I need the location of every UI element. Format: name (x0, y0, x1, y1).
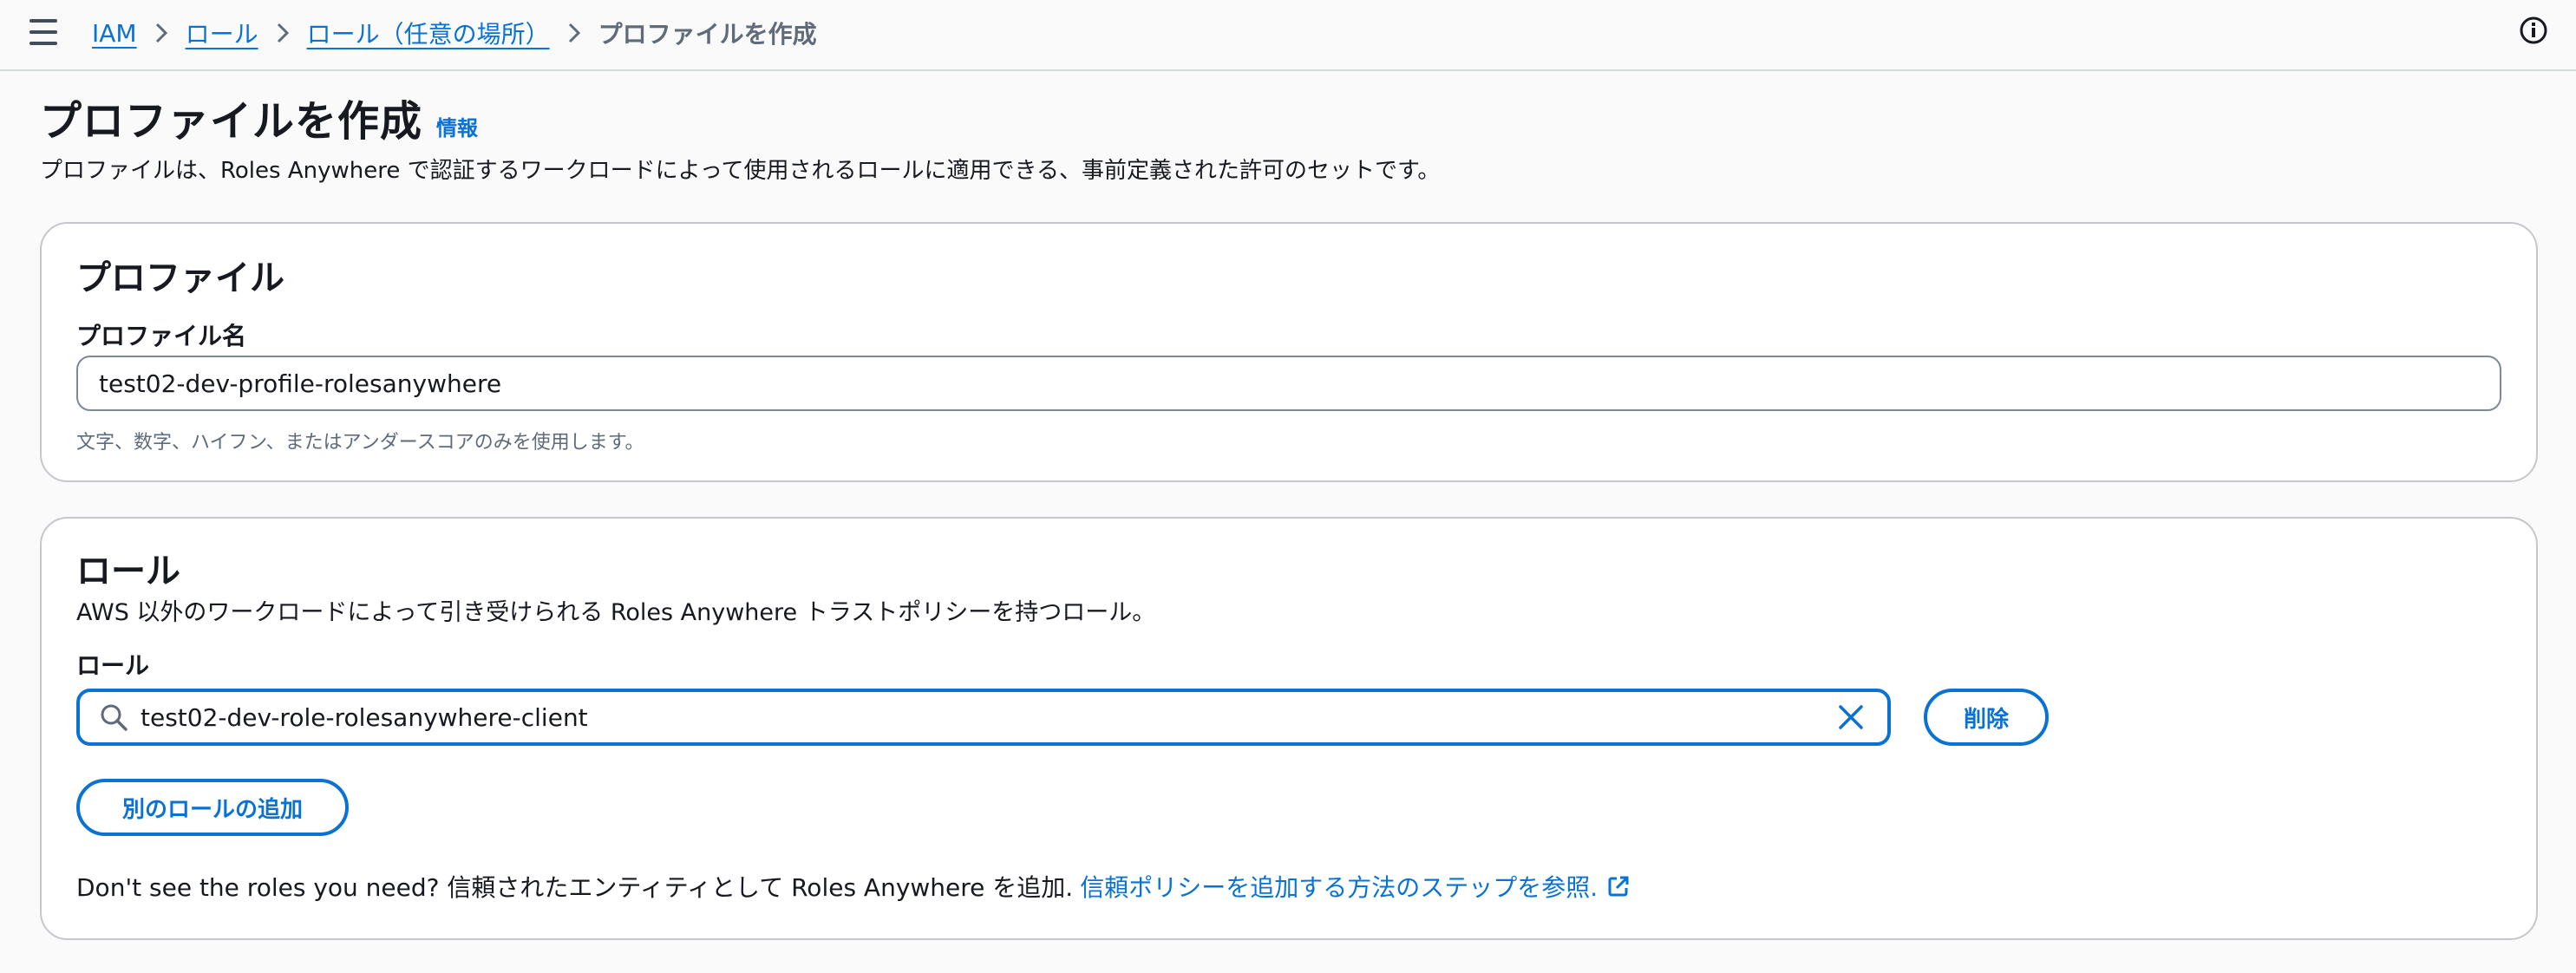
chevron-right-icon (154, 22, 168, 44)
chevron-right-icon (567, 22, 581, 44)
roles-description: AWS 以外のワークロードによって引き受けられる Roles Anywhere … (76, 599, 1156, 626)
profile-name-input[interactable]: test02-dev-profile-rolesanywhere (76, 356, 2501, 411)
role-select-input[interactable]: test02-dev-role-rolesanywhere-client (76, 689, 1891, 746)
info-link[interactable]: 情報 (436, 111, 478, 141)
menu-icon[interactable] (29, 19, 57, 45)
role-field-label: ロール (76, 651, 150, 680)
roles-footer-text: Don't see the roles you need? 信頼されたエンティテ… (76, 873, 1074, 902)
profile-section-title: プロファイル (76, 258, 284, 298)
breadcrumb-roles-anywhere[interactable]: ロール（任意の場所） (307, 16, 550, 50)
profile-name-label: プロファイル名 (76, 322, 247, 350)
external-link-icon[interactable] (1606, 874, 1631, 898)
info-circle-icon[interactable] (2519, 16, 2548, 45)
roles-footer-note: Don't see the roles you need? 信頼されたエンティテ… (76, 869, 1631, 904)
profile-container: プロファイル プロファイル名 test02-dev-profile-rolesa… (40, 222, 2538, 482)
top-navigation-bar: IAM ロール ロール（任意の場所） プロファイルを作成 (0, 0, 2576, 71)
breadcrumb-iam[interactable]: IAM (92, 19, 137, 48)
page-description: プロファイルは、Roles Anywhere で認証するワークロードによって使用… (40, 158, 1441, 184)
add-role-button[interactable]: 別のロールの追加 (76, 779, 349, 836)
breadcrumb-roles[interactable]: ロール (186, 16, 258, 50)
role-select-value: test02-dev-role-rolesanywhere-client (141, 702, 588, 732)
breadcrumb: IAM ロール ロール（任意の場所） プロファイルを作成 (92, 16, 817, 50)
page-title: プロファイルを作成 (40, 97, 423, 146)
search-icon (101, 704, 127, 731)
profile-name-constraint: 文字、数字、ハイフン、またはアンダースコアのみを使用します。 (76, 432, 644, 454)
chevron-right-icon (276, 22, 290, 44)
remove-role-button[interactable]: 削除 (1924, 689, 2049, 746)
roles-section-title: ロール (76, 552, 180, 591)
trust-policy-steps-link[interactable]: 信頼ポリシーを追加する方法のステップを参照. (1080, 869, 1598, 904)
close-icon[interactable] (1835, 702, 1867, 733)
page-header: プロファイルを作成 情報 (40, 87, 478, 147)
roles-container: ロール AWS 以外のワークロードによって引き受けられる Roles Anywh… (40, 517, 2538, 940)
breadcrumb-current: プロファイルを作成 (598, 20, 817, 49)
